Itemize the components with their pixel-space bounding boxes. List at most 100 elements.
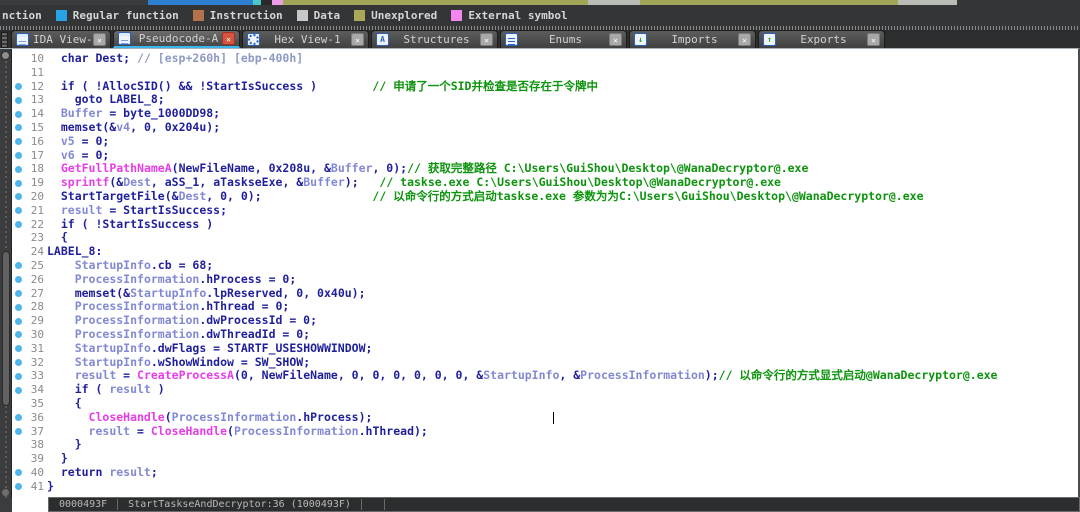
- legend-item-unexplored: Unexplored: [354, 9, 437, 22]
- code-text[interactable]: memset(&v4, 0, 0x204u);: [47, 121, 1078, 135]
- code-text[interactable]: if ( !StartIsSuccess ): [47, 218, 1078, 232]
- code-line[interactable]: 35 {: [12, 397, 1078, 411]
- code-text[interactable]: StartupInfo.cb = 68;: [47, 259, 1078, 273]
- code-line[interactable]: 11: [12, 66, 1078, 80]
- code-line[interactable]: 33 result = CreateProcessA(0, NewFileNam…: [12, 369, 1078, 383]
- tab-close-icon[interactable]: ✕: [93, 33, 106, 46]
- code-text[interactable]: if ( !AllocSID() && !StartIsSuccess ) //…: [47, 80, 1078, 94]
- code-segment-k: = 0;: [74, 148, 110, 162]
- code-line[interactable]: 24 LABEL_8:: [12, 245, 1078, 259]
- tab-pseudocode-a[interactable]: Pseudocode-A ✕: [113, 30, 240, 48]
- code-line[interactable]: 26 ProcessInformation.hProcess = 0;: [12, 273, 1078, 287]
- code-line[interactable]: 32 StartupInfo.wShowWindow = SW_SHOW;: [12, 356, 1078, 370]
- code-line[interactable]: 22 if ( !StartIsSuccess ): [12, 218, 1078, 232]
- navband-segment[interactable]: [588, 0, 640, 5]
- code-line[interactable]: 36 CloseHandle(ProcessInformation.hProce…: [12, 411, 1078, 425]
- scrollbar-top-knob[interactable]: [1, 51, 10, 60]
- navband-segment[interactable]: [148, 0, 253, 5]
- navband-segment[interactable]: [261, 0, 272, 5]
- code-text[interactable]: StartupInfo.dwFlags = STARTF_USESHOWWIND…: [47, 342, 1078, 356]
- code-text[interactable]: result = CreateProcessA(0, NewFileName, …: [47, 369, 1078, 383]
- tab-close-icon[interactable]: ✕: [609, 33, 622, 46]
- pseudocode-view[interactable]: 10 char Dest; // [esp+260h] [ebp-400h] 11…: [0, 48, 1080, 498]
- code-text[interactable]: Buffer = byte_1000DD98;: [47, 107, 1078, 121]
- code-text[interactable]: sprintf(&Dest, aSS_1, aTaskseExe, &Buffe…: [47, 176, 1078, 190]
- code-text[interactable]: ProcessInformation.dwThreadId = 0;: [47, 328, 1078, 342]
- code-line[interactable]: 19 sprintf(&Dest, aSS_1, aTaskseExe, &Bu…: [12, 176, 1078, 190]
- code-line[interactable]: 30 ProcessInformation.dwThreadId = 0;: [12, 328, 1078, 342]
- code-text[interactable]: ProcessInformation.dwProcessId = 0;: [47, 314, 1078, 328]
- code-text[interactable]: }: [47, 438, 1078, 452]
- code-line[interactable]: 39 }: [12, 452, 1078, 466]
- code-line[interactable]: 29 ProcessInformation.dwProcessId = 0;: [12, 314, 1078, 328]
- code-line[interactable]: 37 result = CloseHandle(ProcessInformati…: [12, 425, 1078, 439]
- code-text[interactable]: [47, 66, 1078, 80]
- code-line[interactable]: 41}: [12, 480, 1078, 494]
- code-text[interactable]: StartTargetFile(&Dest, 0, 0); // 以命令行的方式…: [47, 190, 1078, 204]
- tab-ida-view-a[interactable]: IDA View-A ✕: [11, 30, 111, 48]
- code-text[interactable]: }: [47, 480, 1078, 494]
- navband-segment[interactable]: [957, 0, 1080, 5]
- code-text[interactable]: StartupInfo.wShowWindow = SW_SHOW;: [47, 356, 1078, 370]
- tab-close-icon[interactable]: ✕: [222, 32, 235, 45]
- navband-segment[interactable]: [272, 0, 283, 5]
- code-line[interactable]: 17 v6 = 0;: [12, 149, 1078, 163]
- navband-segment[interactable]: [0, 0, 148, 5]
- code-line[interactable]: 31 StartupInfo.dwFlags = STARTF_USESHOWW…: [12, 342, 1078, 356]
- tab-close-icon[interactable]: ✕: [867, 33, 880, 46]
- navband-segment[interactable]: [898, 0, 957, 5]
- tabbar-grip-handle[interactable]: [1, 32, 8, 48]
- code-line[interactable]: 23 {: [12, 231, 1078, 245]
- tab-close-icon[interactable]: ✕: [351, 33, 364, 46]
- navband-segment[interactable]: [283, 0, 588, 5]
- code-line[interactable]: 28 ProcessInformation.hThread = 0;: [12, 300, 1078, 314]
- code-line[interactable]: 34 if ( result ): [12, 383, 1078, 397]
- code-line[interactable]: 38 }: [12, 438, 1078, 452]
- vertical-scrollbar[interactable]: [0, 49, 12, 498]
- code-text[interactable]: result = StartIsSuccess;: [47, 204, 1078, 218]
- navband-segment[interactable]: [640, 0, 898, 5]
- tab-close-icon[interactable]: ✕: [738, 33, 751, 46]
- scrollbar-bottom-knob[interactable]: [2, 489, 9, 496]
- code-text[interactable]: char Dest; // [esp+260h] [ebp-400h]: [47, 52, 1078, 66]
- code-line[interactable]: 12 if ( !AllocSID() && !StartIsSuccess )…: [12, 80, 1078, 94]
- code-line[interactable]: 14 Buffer = byte_1000DD98;: [12, 107, 1078, 121]
- code-segment-i: GetFullPathNameA: [60, 162, 172, 176]
- code-text[interactable]: GetFullPathNameA(NewFileName, 0x208u, &B…: [47, 162, 1078, 176]
- code-line[interactable]: 20 StartTargetFile(&Dest, 0, 0); // 以命令行…: [12, 190, 1078, 204]
- code-line[interactable]: 25 StartupInfo.cb = 68;: [12, 259, 1078, 273]
- code-text[interactable]: v6 = 0;: [47, 149, 1078, 163]
- code-text[interactable]: }: [47, 452, 1078, 466]
- code-text[interactable]: memset(&StartupInfo.lpReserved, 0, 0x40u…: [47, 287, 1078, 301]
- tab-exports[interactable]: ↑ Exports ✕: [758, 30, 885, 48]
- code-line[interactable]: 16 v5 = 0;: [12, 135, 1078, 149]
- code-text[interactable]: {: [47, 231, 1078, 245]
- navband-segment[interactable]: [253, 0, 261, 5]
- tab-enums[interactable]: Enums ✕: [500, 30, 627, 48]
- code-line[interactable]: 40 return result;: [12, 466, 1078, 480]
- code-text[interactable]: v5 = 0;: [47, 135, 1078, 149]
- code-text[interactable]: if ( result ): [47, 383, 1078, 397]
- line-number: 24: [30, 245, 44, 259]
- code-line[interactable]: 10 char Dest; // [esp+260h] [ebp-400h]: [12, 52, 1078, 66]
- code-text[interactable]: CloseHandle(ProcessInformation.hProcess)…: [47, 411, 1078, 425]
- code-line[interactable]: 21 result = StartIsSuccess;: [12, 204, 1078, 218]
- code-text[interactable]: return result;: [47, 466, 1078, 480]
- code-text[interactable]: {: [47, 397, 1078, 411]
- code-text[interactable]: goto LABEL_8;: [47, 93, 1078, 107]
- tab-hex-view-1[interactable]: Hex View-1 ✕: [242, 30, 369, 48]
- navigator-band[interactable]: [0, 0, 1080, 5]
- tab-close-icon[interactable]: ✕: [480, 33, 493, 46]
- code-line[interactable]: 27 memset(&StartupInfo.lpReserved, 0, 0x…: [12, 287, 1078, 301]
- code-text[interactable]: LABEL_8:: [47, 245, 1078, 259]
- tab-structures[interactable]: A Structures ✕: [371, 30, 498, 48]
- code-text[interactable]: ProcessInformation.hProcess = 0;: [47, 273, 1078, 287]
- code-line[interactable]: 18 GetFullPathNameA(NewFileName, 0x208u,…: [12, 162, 1078, 176]
- code-text[interactable]: result = CloseHandle(ProcessInformation.…: [47, 425, 1078, 439]
- code-listing[interactable]: 10 char Dest; // [esp+260h] [ebp-400h] 11…: [12, 49, 1078, 497]
- tab-imports[interactable]: ↓ Imports ✕: [629, 30, 756, 48]
- scrollbar-thumb[interactable]: [2, 251, 10, 406]
- code-line[interactable]: 13 goto LABEL_8;: [12, 93, 1078, 107]
- code-text[interactable]: ProcessInformation.hThread = 0;: [47, 300, 1078, 314]
- code-line[interactable]: 15 memset(&v4, 0, 0x204u);: [12, 121, 1078, 135]
